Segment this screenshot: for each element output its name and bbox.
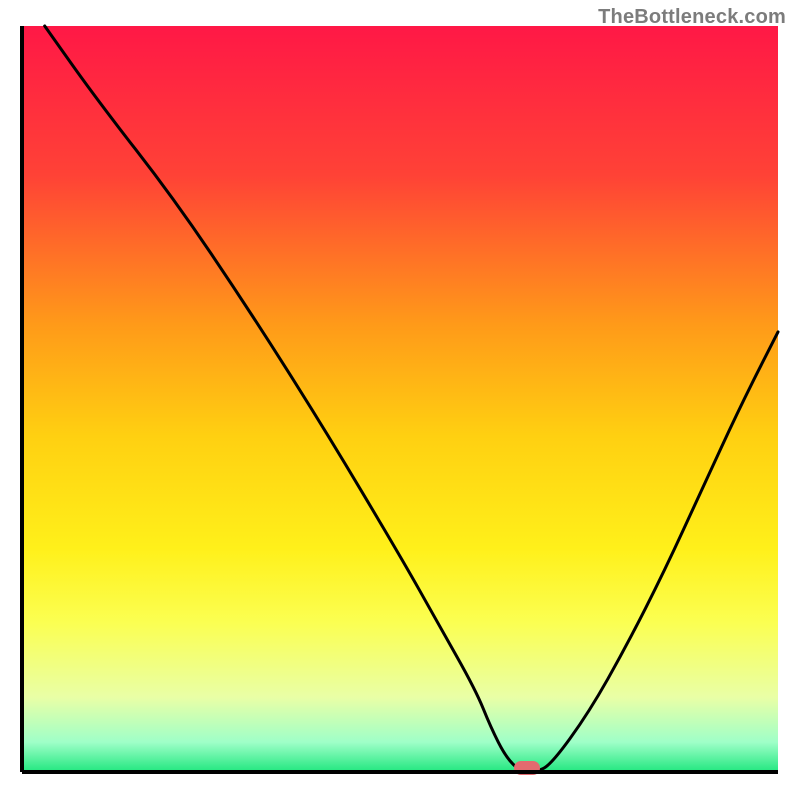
plot-background [22, 26, 778, 772]
chart-svg [0, 0, 800, 800]
bottleneck-chart: TheBottleneck.com [0, 0, 800, 800]
watermark-text: TheBottleneck.com [598, 6, 786, 29]
